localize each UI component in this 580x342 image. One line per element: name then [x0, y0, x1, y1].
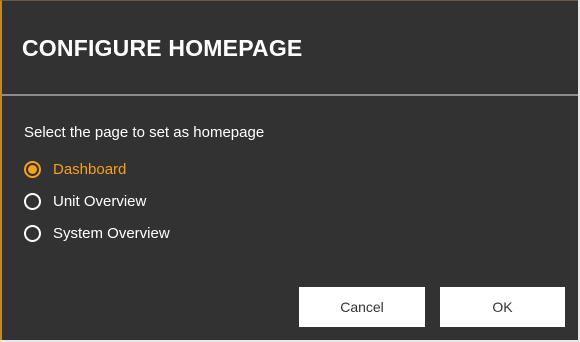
radio-button[interactable] — [24, 224, 41, 242]
option-label: System Overview — [53, 224, 170, 242]
option-label: Dashboard — [53, 160, 127, 178]
radio-button-checked[interactable] — [24, 160, 41, 178]
configure-homepage-dialog: CONFIGURE HOMEPAGE Select the page to se… — [0, 0, 578, 340]
radio-button[interactable] — [24, 192, 41, 210]
option-label: Unit Overview — [53, 192, 147, 210]
option-unit-overview[interactable]: Unit Overview — [24, 185, 170, 217]
dialog-header: CONFIGURE HOMEPAGE — [2, 1, 578, 96]
homepage-options: Dashboard Unit Overview System Overview — [24, 153, 170, 249]
ok-button[interactable]: OK — [440, 287, 565, 327]
cancel-button[interactable]: Cancel — [299, 287, 425, 327]
option-system-overview[interactable]: System Overview — [24, 217, 170, 249]
dialog-prompt: Select the page to set as homepage — [24, 124, 265, 141]
option-dashboard[interactable]: Dashboard — [24, 153, 170, 185]
dialog-title: CONFIGURE HOMEPAGE — [22, 35, 303, 61]
